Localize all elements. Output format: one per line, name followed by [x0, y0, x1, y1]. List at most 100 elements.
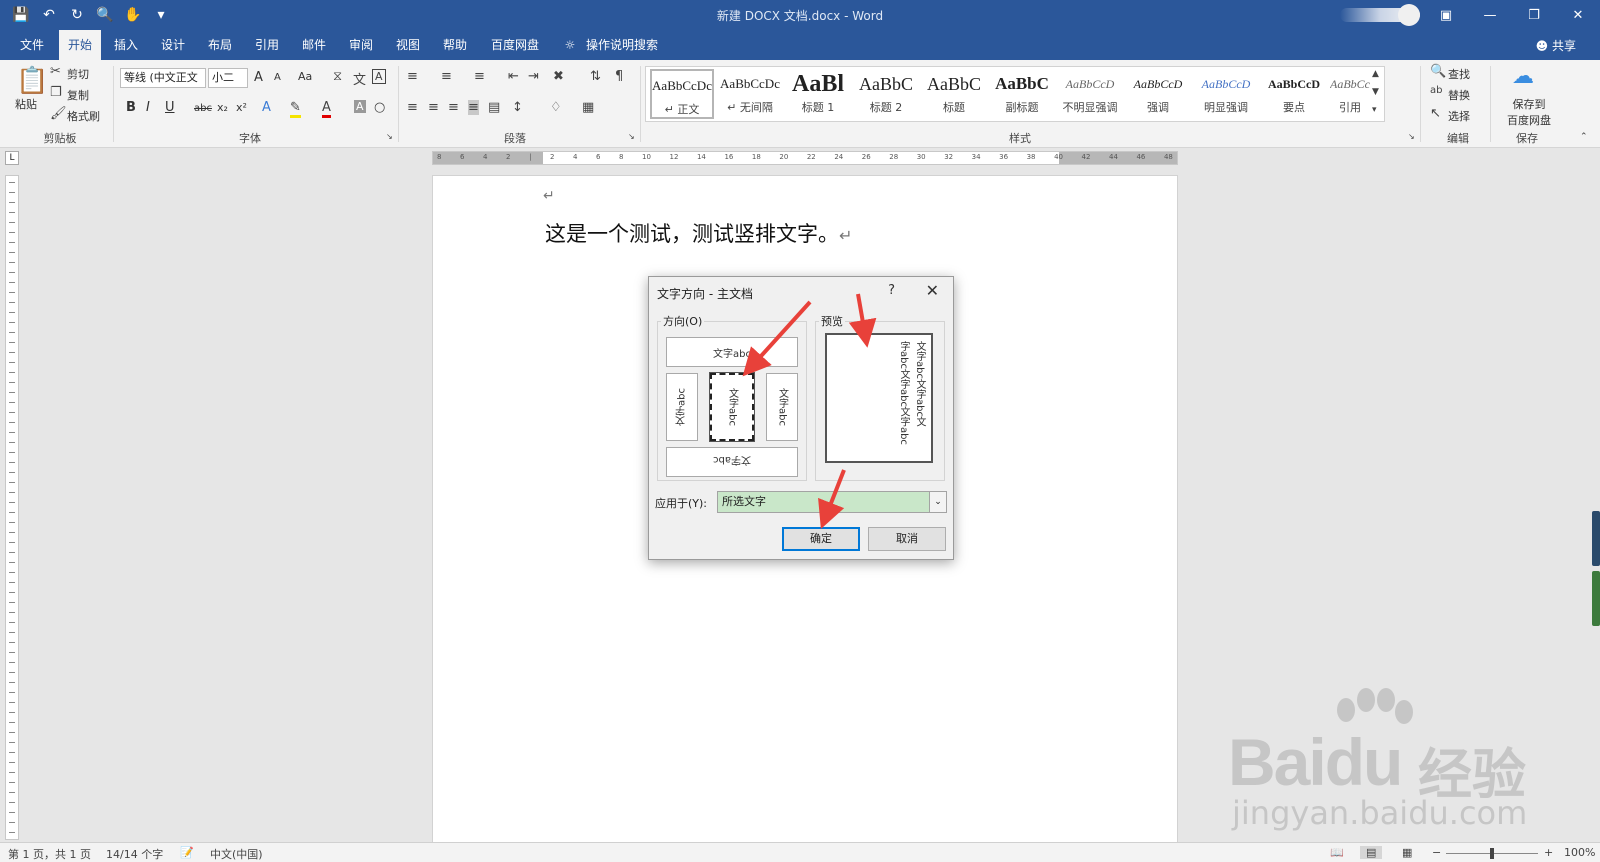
shrink-font-button[interactable]: A — [274, 72, 281, 83]
replace-button[interactable]: 替换 — [1448, 87, 1470, 103]
align-center-icon[interactable]: ≡ — [428, 100, 439, 115]
gallery-down-icon[interactable]: ▼ — [1372, 87, 1379, 97]
style-intense-emphasis[interactable]: AaBbCcD 明显强调 — [1194, 69, 1258, 119]
tab-help[interactable]: 帮助 — [435, 30, 475, 60]
show-marks-icon[interactable]: ¶ — [615, 69, 623, 84]
style-no-spacing[interactable]: AaBbCcDc ↵ 无间隔 — [718, 69, 782, 119]
vertical-ruler[interactable] — [5, 175, 19, 840]
multilevel-list-icon[interactable]: ≡ — [474, 69, 485, 84]
text-effects-icon[interactable]: A — [262, 100, 271, 115]
copy-button[interactable]: 复制 — [67, 87, 89, 103]
document-body-text[interactable]: 这是一个测试，测试竖排文字。↵ — [545, 218, 852, 248]
style-strong[interactable]: AaBbCcD 要点 — [1262, 69, 1326, 119]
format-painter-icon[interactable]: 🖌 — [50, 106, 67, 121]
select-icon[interactable]: ↖ — [1430, 106, 1441, 121]
justify-icon[interactable]: ≡ — [468, 100, 479, 115]
tell-me-search[interactable]: 操作说明搜索 — [582, 30, 662, 60]
tab-selector[interactable]: L — [5, 151, 19, 165]
zoom-slider-thumb[interactable] — [1490, 848, 1494, 859]
underline-button[interactable]: U — [165, 100, 175, 115]
minimize-icon[interactable]: — — [1468, 0, 1512, 30]
restore-icon[interactable]: ❐ — [1512, 0, 1556, 30]
ribbon-display-icon[interactable]: ▣ — [1424, 0, 1468, 30]
orientation-horizontal-option[interactable]: 文字abc — [666, 337, 798, 367]
collapse-ribbon-icon[interactable]: ⌃ — [1580, 132, 1588, 142]
bold-button[interactable]: B — [126, 100, 136, 115]
lightbulb-icon[interactable]: ☼ — [560, 30, 580, 60]
gallery-up-icon[interactable]: ▲ — [1372, 69, 1379, 79]
font-size-combo[interactable]: 小二 — [208, 68, 248, 88]
help-button[interactable]: ? — [888, 283, 895, 298]
tab-view[interactable]: 视图 — [388, 30, 428, 60]
orientation-upside-down-option[interactable]: 文字abc — [666, 447, 798, 477]
orientation-right-vertical-option[interactable]: 文字abc — [766, 373, 798, 441]
style-subtitle[interactable]: AaBbC 副标题 — [990, 69, 1054, 119]
cut-icon[interactable]: ✂ — [50, 64, 61, 79]
share-button[interactable]: ☻ 共享 — [1536, 37, 1576, 54]
line-spacing-icon[interactable]: ↕ — [512, 100, 523, 115]
baidu-cloud-icon[interactable]: ☁ — [1512, 64, 1534, 89]
ok-button[interactable]: 确定 — [782, 527, 860, 551]
style-quote[interactable]: AaBbCcD 引用 — [1330, 69, 1370, 119]
enclose-char-icon[interactable]: ○ — [374, 100, 385, 115]
orientation-left-vertical-option[interactable]: 文字abc — [666, 373, 698, 441]
style-heading-1[interactable]: AaBl 标题 1 — [786, 69, 850, 119]
bullets-icon[interactable]: ≡ — [407, 69, 418, 84]
paste-icon[interactable]: 📋 — [16, 66, 48, 96]
font-name-combo[interactable]: 等线 (中文正文 — [120, 68, 206, 88]
find-icon[interactable]: 🔍 — [1430, 64, 1446, 79]
language-status[interactable]: 中文(中国) — [210, 846, 263, 862]
highlight-icon[interactable]: ✎ — [290, 100, 301, 118]
distributed-icon[interactable]: ▤ — [488, 100, 500, 115]
phonetic-guide-icon[interactable]: 文 — [353, 69, 366, 88]
sort-icon[interactable]: ⇅ — [590, 69, 601, 84]
shading-icon[interactable]: ♢ — [550, 100, 562, 115]
tab-mailings[interactable]: 邮件 — [294, 30, 334, 60]
proofing-icon[interactable]: 📝 — [180, 846, 194, 859]
page-count[interactable]: 第 1 页，共 1 页 — [8, 846, 91, 862]
avatar[interactable] — [1398, 4, 1420, 26]
tab-review[interactable]: 审阅 — [341, 30, 381, 60]
word-count[interactable]: 14/14 个字 — [106, 846, 163, 862]
chinese-layout-icon[interactable]: ✖ — [553, 69, 564, 84]
cut-button[interactable]: 剪切 — [67, 66, 89, 82]
style-subtle-emphasis[interactable]: AaBbCcD 不明显强调 — [1058, 69, 1122, 119]
style-emphasis[interactable]: AaBbCcD 强调 — [1126, 69, 1190, 119]
change-case-button[interactable]: Aa — [298, 70, 312, 83]
styles-dialog-launcher-icon[interactable]: ↘ — [1408, 132, 1415, 141]
horizontal-ruler[interactable]: 8 6 4 2 | 2 4 6 8 10 12 14 16 18 20 22 24 26 28 30 32 34 36 38 4… — [432, 151, 1178, 165]
clear-format-icon[interactable]: ⧖ — [333, 69, 342, 84]
vertical-scrollbar[interactable] — [1592, 151, 1600, 841]
align-left-icon[interactable]: ≡ — [407, 100, 418, 115]
select-button[interactable]: 选择 — [1448, 108, 1470, 124]
tab-baidu-netdisk[interactable]: 百度网盘 — [483, 30, 547, 60]
scroll-thumb-secondary[interactable] — [1592, 571, 1600, 626]
subscript-button[interactable]: x₂ — [217, 101, 228, 114]
font-color-icon[interactable]: A — [322, 100, 331, 118]
numbering-icon[interactable]: ≡ — [441, 69, 452, 84]
tab-file[interactable]: 文件 — [12, 30, 52, 60]
zoom-out-icon[interactable]: − — [1432, 846, 1441, 859]
paste-button[interactable]: 粘贴 — [15, 96, 37, 112]
grow-font-button[interactable]: A — [254, 70, 263, 85]
close-icon[interactable]: ✕ — [1556, 0, 1600, 30]
tab-insert[interactable]: 插入 — [106, 30, 146, 60]
paragraph-dialog-launcher-icon[interactable]: ↘ — [628, 132, 635, 141]
copy-icon[interactable]: ❐ — [50, 85, 62, 100]
italic-button[interactable]: I — [146, 100, 150, 115]
orientation-vertical-stacked-option[interactable]: 文字abc — [709, 372, 755, 442]
align-right-icon[interactable]: ≡ — [448, 100, 459, 115]
zoom-level[interactable]: 100% — [1564, 846, 1595, 859]
dialog-close-button[interactable]: ✕ — [926, 281, 939, 300]
chevron-down-icon[interactable]: ⌄ — [929, 492, 946, 512]
char-shading-icon[interactable]: A — [354, 100, 366, 113]
superscript-button[interactable]: x² — [236, 101, 247, 114]
style-title[interactable]: AaBbC 标题 — [922, 69, 986, 119]
increase-indent-icon[interactable]: ⇥ — [528, 69, 539, 84]
gallery-more-icon[interactable]: ▾ — [1372, 105, 1377, 115]
apply-to-select[interactable]: 所选文字 ⌄ — [717, 491, 947, 513]
web-layout-icon[interactable]: ▦ — [1402, 846, 1412, 859]
cancel-button[interactable]: 取消 — [868, 527, 946, 551]
borders-icon[interactable]: ▦ — [582, 100, 594, 115]
tab-layout[interactable]: 布局 — [200, 30, 240, 60]
